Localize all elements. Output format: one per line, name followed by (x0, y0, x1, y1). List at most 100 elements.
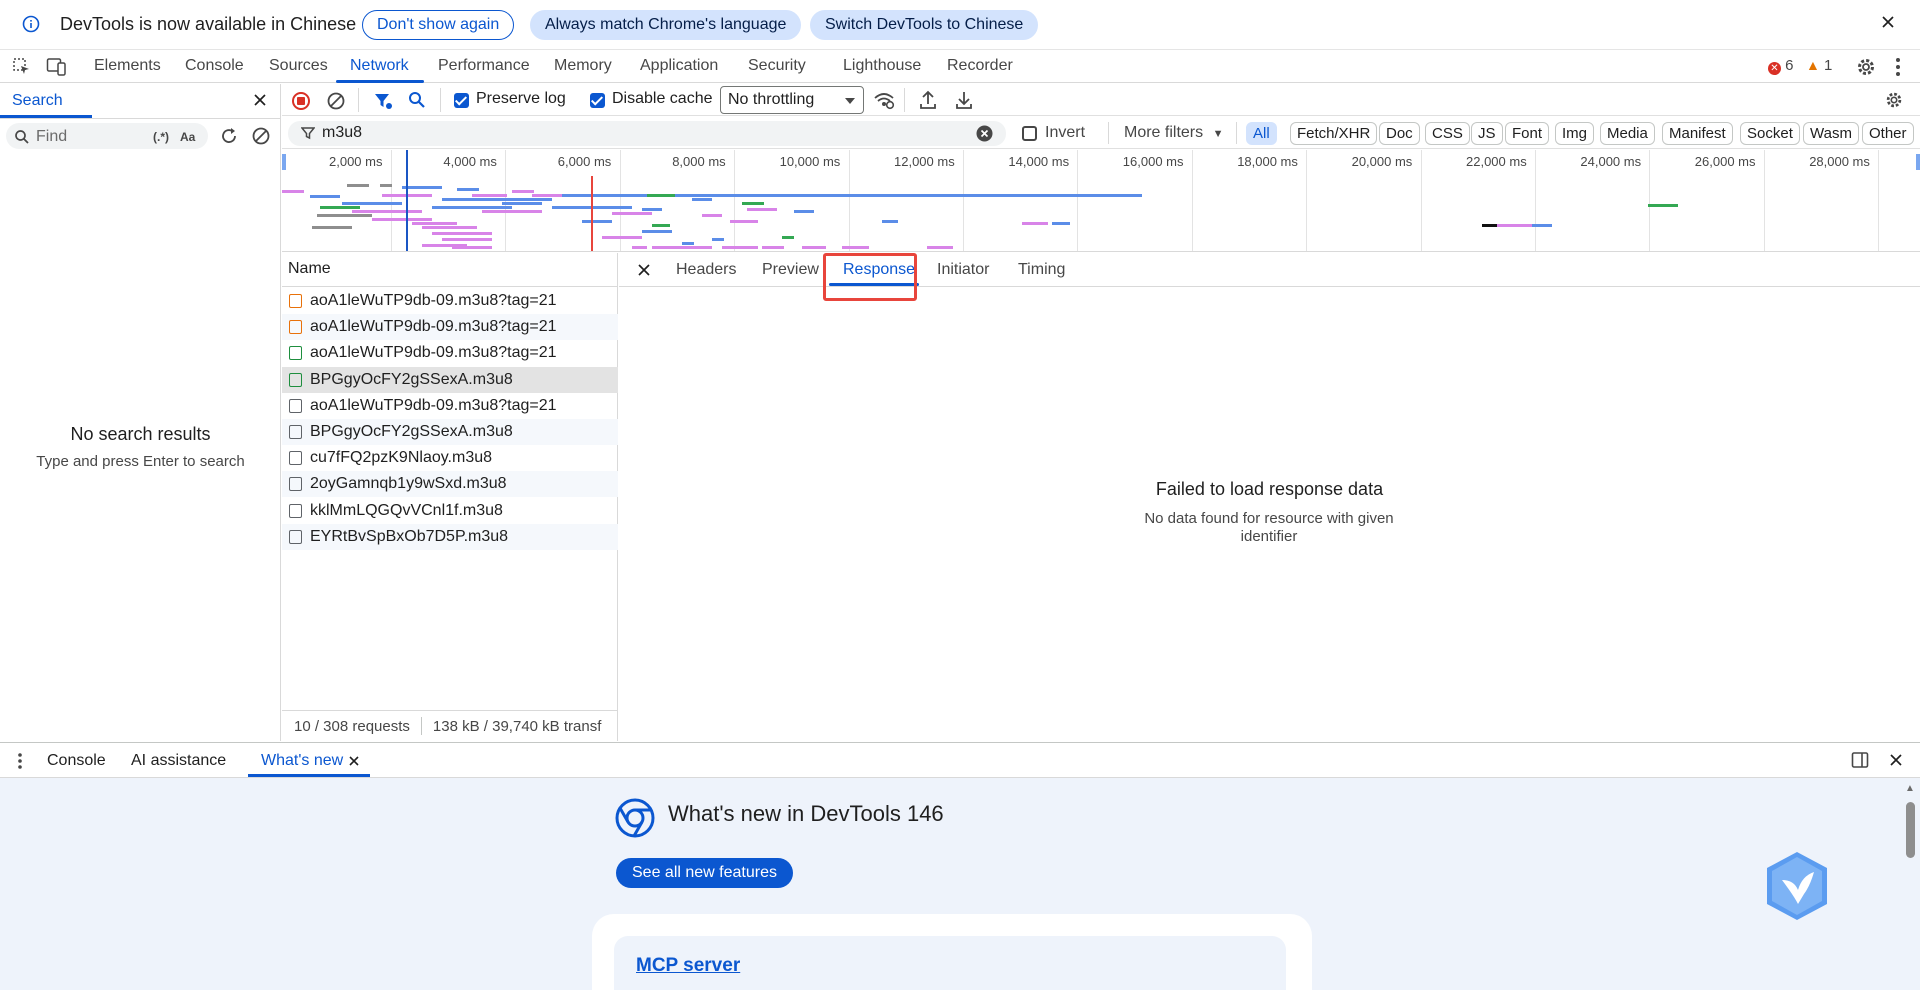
request-row[interactable]: aoA1leWuTP9db-09.m3u8?tag=21 (282, 288, 618, 314)
divider (420, 717, 422, 735)
no-search-results-hint: Type and press Enter to search (36, 453, 245, 470)
filter-chip-socket[interactable]: Socket (1740, 122, 1800, 145)
request-row[interactable]: aoA1leWuTP9db-09.m3u8?tag=21 (282, 340, 618, 366)
invert-checkbox[interactable] (1022, 126, 1037, 141)
filter-chip-doc[interactable]: Doc (1379, 122, 1420, 145)
file-icon (289, 529, 302, 544)
clear-filter-icon[interactable] (976, 125, 993, 142)
request-row[interactable]: aoA1leWuTP9db-09.m3u8?tag=21 (282, 314, 618, 341)
drawer-tab-ai-assistance[interactable]: AI assistance (131, 752, 226, 770)
timeline-tick-label: 16,000 ms (1122, 154, 1184, 169)
divider (440, 88, 441, 112)
warning-count-badge[interactable]: ▲ 1 (1806, 57, 1832, 74)
timeline-activity-bar (712, 238, 724, 241)
close-detail-icon[interactable] (637, 263, 651, 277)
tab-recorder[interactable]: Recorder (947, 57, 1013, 75)
request-name: kklMmLQGQvVCnl1f.m3u8 (310, 501, 503, 519)
close-tab-icon[interactable] (348, 755, 360, 767)
match-case-toggle[interactable]: Aa (180, 130, 195, 144)
tab-performance[interactable]: Performance (438, 57, 530, 75)
timeline-activity-bar (794, 210, 814, 213)
preserve-log-checkbox[interactable] (454, 93, 469, 108)
tab-timing[interactable]: Timing (1018, 261, 1065, 279)
refresh-icon[interactable] (219, 126, 239, 146)
switch-to-chinese-button[interactable]: Switch DevTools to Chinese (810, 10, 1039, 40)
tab-network[interactable]: Network (350, 57, 409, 75)
timeline-activity-bar (342, 202, 402, 205)
tab-lighthouse[interactable]: Lighthouse (843, 57, 921, 75)
request-row[interactable]: kklMmLQGQvVCnl1f.m3u8 (282, 498, 618, 524)
export-har-icon[interactable] (955, 90, 973, 110)
device-toolbar-icon[interactable] (46, 57, 68, 77)
stop-recording-icon[interactable] (291, 91, 311, 111)
tab-memory[interactable]: Memory (554, 57, 612, 75)
tab-security[interactable]: Security (748, 57, 806, 75)
request-name: 2oyGamnqb1y9wSxd.m3u8 (310, 475, 507, 493)
request-row[interactable]: BPGgyOcFY2gSSexA.m3u8 (282, 419, 618, 445)
network-settings-gear-icon[interactable] (1884, 90, 1904, 110)
timeline-gridline (734, 150, 736, 251)
filter-chip-js[interactable]: JS (1471, 122, 1503, 145)
see-all-features-button[interactable]: See all new features (616, 858, 793, 888)
scrollbar-thumb[interactable] (1906, 802, 1915, 858)
tab-console[interactable]: Console (185, 57, 244, 75)
filter-chip-css[interactable]: CSS (1425, 122, 1470, 145)
request-row[interactable]: cu7fFQ2pzK9Nlaoy.m3u8 (282, 445, 618, 471)
request-row[interactable]: aoA1leWuTP9db-09.m3u8?tag=21 (282, 393, 618, 419)
timeline-right-handle[interactable] (1916, 154, 1920, 170)
file-icon (289, 477, 302, 492)
filter-chip-wasm[interactable]: Wasm (1803, 122, 1859, 145)
request-row[interactable]: BPGgyOcFY2gSSexA.m3u8 (282, 366, 618, 393)
filter-input[interactable] (288, 121, 1006, 146)
tab-preview[interactable]: Preview (762, 261, 819, 279)
filter-icon[interactable] (373, 91, 393, 111)
timeline-activity-bar (730, 220, 758, 223)
filter-chip-manifest[interactable]: Manifest (1662, 122, 1733, 145)
drawer-menu-icon[interactable] (17, 752, 23, 770)
tab-initiator[interactable]: Initiator (937, 261, 989, 279)
filter-chip-font[interactable]: Font (1505, 122, 1550, 145)
network-conditions-icon[interactable] (873, 90, 895, 110)
tab-sources[interactable]: Sources (269, 57, 328, 75)
scroll-up-arrow-icon[interactable]: ▲ (1905, 783, 1915, 794)
disable-cache-checkbox[interactable] (590, 93, 605, 108)
inspect-element-icon[interactable] (12, 57, 32, 77)
drawer-tab-console[interactable]: Console (47, 752, 106, 770)
clear-log-icon[interactable] (326, 91, 346, 111)
filter-chip-other[interactable]: Other (1862, 122, 1914, 145)
network-overview-timeline[interactable]: 2,000 ms 4,000 ms 6,000 ms 8,000 ms 10,000 m… (282, 150, 1920, 252)
regex-toggle[interactable]: (.*) (153, 130, 169, 144)
tab-elements[interactable]: Elements (94, 57, 161, 75)
clear-icon[interactable] (251, 126, 271, 146)
dont-show-again-button[interactable]: Don't show again (362, 10, 515, 40)
timeline-activity-bar (442, 198, 552, 201)
always-match-language-button[interactable]: Always match Chrome's language (530, 10, 802, 40)
timeline-activity-bar (642, 230, 672, 233)
search-network-icon[interactable] (408, 91, 426, 109)
filter-chip-img[interactable]: Img (1555, 122, 1595, 145)
request-row[interactable]: 2oyGamnqb1y9wSxd.m3u8 (282, 471, 618, 498)
filter-chip-media[interactable]: Media (1600, 122, 1655, 145)
close-search-icon[interactable] (252, 92, 268, 108)
settings-gear-icon[interactable] (1855, 56, 1877, 78)
more-options-icon[interactable] (1895, 57, 1901, 77)
tab-headers[interactable]: Headers (676, 261, 736, 279)
timeline-activity-bar (1052, 222, 1070, 225)
filter-chip-fetch-xhr[interactable]: Fetch/XHR (1290, 122, 1378, 145)
info-icon (22, 15, 40, 33)
close-icon[interactable] (1880, 14, 1896, 30)
error-count-badge[interactable]: ✕ 6 (1768, 57, 1794, 75)
request-row[interactable]: EYRtBvSpBxOb7D5P.m3u8 (282, 523, 618, 550)
filter-chip-all[interactable]: All (1246, 122, 1277, 145)
more-filters-dropdown[interactable]: More filters ▼ (1124, 124, 1223, 142)
throttling-select[interactable]: No throttling (720, 86, 864, 114)
drawer-tab-whats-new[interactable]: What's new (261, 752, 343, 770)
import-har-icon[interactable] (919, 90, 937, 110)
close-drawer-icon[interactable] (1889, 753, 1903, 767)
dock-side-icon[interactable] (1851, 751, 1869, 769)
timeline-left-handle[interactable] (282, 154, 286, 170)
search-tab[interactable]: Search (12, 92, 63, 110)
mcp-server-link[interactable]: MCP server (636, 955, 740, 977)
tab-application[interactable]: Application (640, 57, 718, 75)
name-column-header[interactable]: Name (282, 253, 618, 287)
